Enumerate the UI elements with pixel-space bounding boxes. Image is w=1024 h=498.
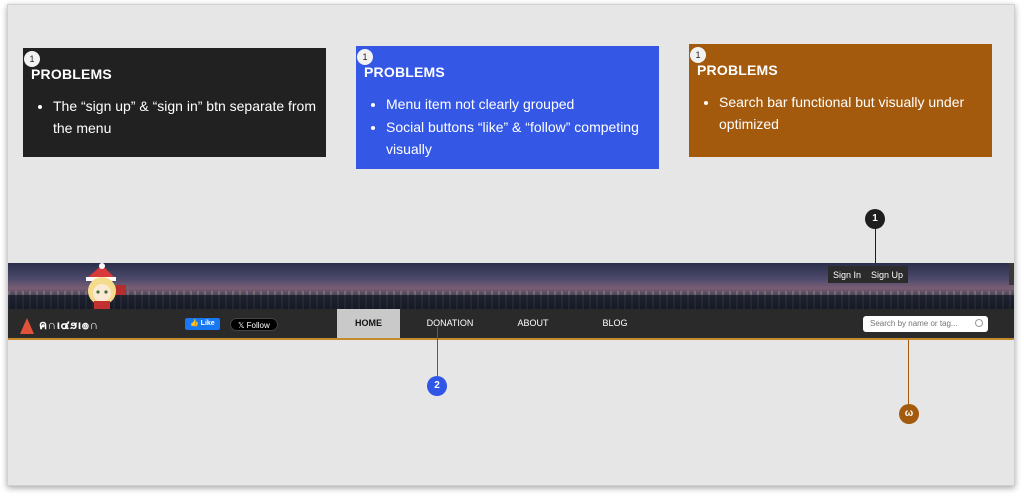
card-badge: 1 (24, 51, 40, 67)
watermelon-logo-icon (20, 317, 34, 334)
nav-item-donation[interactable]: DONATION (420, 309, 480, 338)
annotation-marker-1: 1 (865, 209, 885, 229)
logo-text: ค∩ι๔ϧι๏∩ (39, 318, 99, 332)
search-icon[interactable] (975, 319, 983, 327)
card-badge: 1 (690, 47, 706, 63)
card-list-item: Search bar functional but visually under… (719, 91, 984, 135)
annotation-marker-3: ω (899, 404, 919, 424)
like-label: Like (200, 320, 215, 327)
annotation-marker-2: 2 (427, 376, 447, 396)
card-badge: 1 (357, 49, 373, 65)
card-list-item: Menu item not clearly grouped (386, 93, 651, 115)
annotation-line-2 (437, 327, 438, 376)
card-title: PROBLEMS (364, 64, 445, 80)
thumbs-up-icon: 👍 (190, 320, 199, 327)
sign-in-link[interactable]: Sign In (833, 270, 861, 280)
problem-card-2: 1 PROBLEMS Menu item not clearly grouped… (356, 46, 659, 169)
problem-card-1: 1 PROBLEMS The “sign up” & “sign in” btn… (23, 48, 326, 157)
search-input[interactable] (870, 319, 970, 328)
facebook-like-button[interactable]: 👍 Like (185, 318, 220, 330)
auth-links: Sign In Sign Up (828, 266, 908, 283)
sign-up-link[interactable]: Sign Up (871, 270, 903, 280)
nav-item-home[interactable]: HOME (337, 309, 400, 338)
annotation-line-3 (908, 340, 909, 404)
card-list-item: Social buttons “like” & “follow” competi… (386, 116, 651, 160)
slide-frame: 1 PROBLEMS The “sign up” & “sign in” btn… (7, 4, 1015, 486)
nav-item-blog[interactable]: BLOG (590, 309, 640, 338)
card-list-item: The “sign up” & “sign in” btn separate f… (53, 95, 318, 139)
card-title: PROBLEMS (697, 62, 778, 78)
site-logo[interactable]: ค∩ι๔ϧι๏∩ (20, 316, 99, 335)
mascot-character-image (86, 263, 126, 309)
problem-card-3: 1 PROBLEMS Search bar functional but vis… (689, 44, 992, 157)
card-title: PROBLEMS (31, 66, 112, 82)
card-list: Menu item not clearly grouped Social but… (364, 93, 651, 160)
nav-item-about[interactable]: ABOUT (508, 309, 558, 338)
card-list: The “sign up” & “sign in” btn separate f… (31, 95, 318, 139)
x-follow-button[interactable]: 𝕏 Follow (230, 318, 278, 331)
annotation-line-1 (875, 229, 876, 265)
site-navbar: ค∩ι๔ϧι๏∩ 👍 Like 𝕏 Follow HOME DONATION A… (8, 309, 1014, 340)
skyline-silhouette (8, 295, 1014, 309)
search-box (863, 316, 988, 332)
edge-marker (1009, 263, 1014, 285)
card-list: Search bar functional but visually under… (697, 91, 984, 135)
